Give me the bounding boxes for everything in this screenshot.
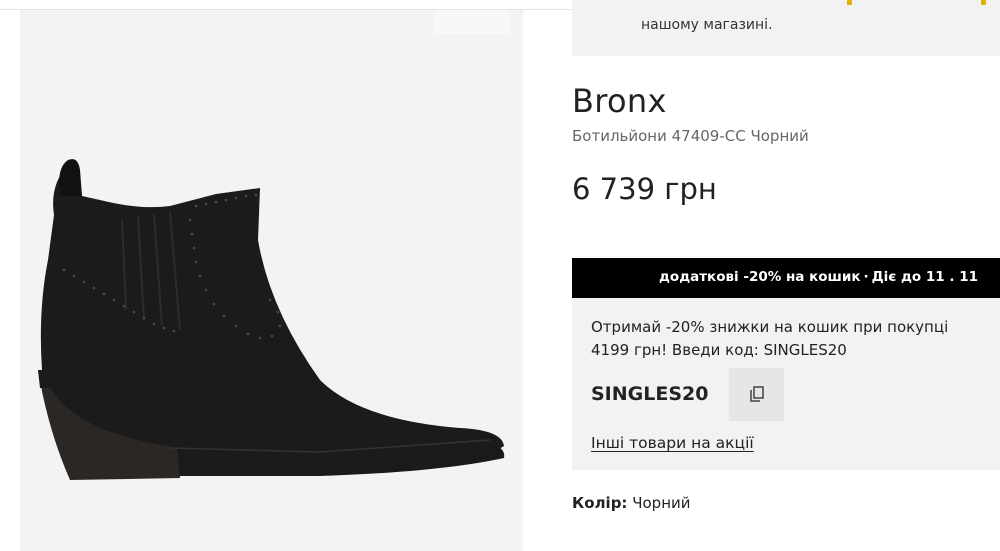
product-brand[interactable]: Bronx bbox=[572, 82, 667, 120]
left-margin bbox=[0, 10, 20, 551]
promo-description-line-1: Отримай -20% знижки на кошик при покупці bbox=[591, 318, 949, 336]
promo-description: Отримай -20% знижки на кошик при покупці… bbox=[591, 316, 1000, 362]
promo-description-line-2: 4199 грн! Введи код: SINGLES20 bbox=[591, 341, 847, 359]
product-image-gallery[interactable] bbox=[20, 10, 523, 551]
color-value: Чорний bbox=[632, 494, 691, 512]
copy-code-button[interactable] bbox=[729, 368, 784, 421]
promo-banner-text: додаткові -20% на кошик bbox=[659, 269, 861, 285]
promo-banner-validity: Діє до 11 . 11 bbox=[871, 269, 978, 285]
product-image-boot bbox=[38, 159, 505, 480]
product-subtitle: Ботильйони 47409-CC Чорний bbox=[572, 127, 809, 145]
promo-products-link[interactable]: Інші товари на акції bbox=[591, 434, 754, 452]
store-notice-panel: нашому магазині. bbox=[572, 0, 1000, 56]
promo-banner: додаткові -20% на кошик · Діє до 11 . 11 bbox=[572, 258, 1000, 298]
copy-icon bbox=[750, 386, 764, 402]
store-notice-text: нашому магазині. bbox=[641, 17, 773, 33]
product-price: 6 739 грн bbox=[572, 172, 717, 206]
promo-code: SINGLES20 bbox=[591, 383, 709, 405]
color-label: Колір: bbox=[572, 494, 628, 512]
promo-details-panel: Отримай -20% знижки на кошик при покупці… bbox=[572, 298, 1000, 470]
color-selector: Колір: Чорний bbox=[572, 494, 691, 512]
promo-banner-separator: · bbox=[863, 269, 869, 285]
rating-dots bbox=[847, 0, 986, 8]
